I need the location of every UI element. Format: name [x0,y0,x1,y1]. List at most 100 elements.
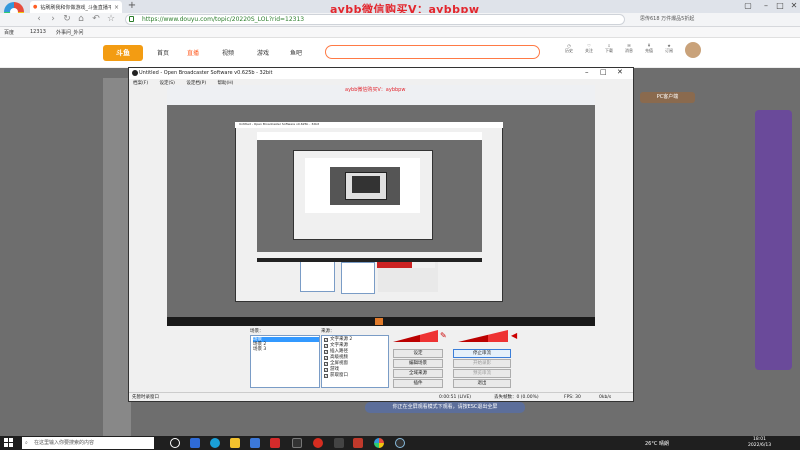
bitrate: 0kb/s [599,395,612,400]
nested-preview-3 [352,176,380,193]
preview-watermark: aybb微信购买V：aybbpw [345,87,406,93]
source-item[interactable]: ✓ 插入路径 [324,349,348,354]
tab-close-icon[interactable]: × [114,4,119,11]
checkbox-icon[interactable]: ✓ [324,367,328,372]
plugins-button[interactable]: 插件 [393,379,443,388]
global-sources-button[interactable]: 全域来源 [393,369,443,378]
mic-volume-slider[interactable] [393,330,438,342]
message-icon[interactable]: ✉ 消息 [620,43,638,54]
menu-file[interactable]: 档案(F) [133,81,148,86]
site-nav-live[interactable]: 直播 [187,48,199,57]
obs-statusbar: 先暂时录窗口 0:00:51 (LIVE) 丢失帧数：0 (0.00%) FPS… [129,392,633,401]
app-icon-red[interactable] [270,438,280,448]
site-nav-yuba[interactable]: 鱼吧 [290,48,302,57]
search-icon: ⌕ [25,440,28,446]
app-icon-gear[interactable] [334,438,344,448]
checkbox-icon[interactable]: ✓ [324,361,328,366]
browser-taskbar-icon[interactable] [374,438,384,448]
bookmark-waishi[interactable]: 外事问_外问 [56,29,84,36]
event-side-banner[interactable] [755,110,792,370]
nested-volume [377,262,435,268]
start-recording-button[interactable]: 开始录影 [453,359,511,368]
scenes-list[interactable]: 场景 场景 2 场景 3 [250,335,320,388]
site-nav-games[interactable]: 游戏 [257,48,269,57]
site-logo[interactable]: 斗鱼 [103,45,143,61]
fullscreen-hint-banner: 你正在全屏观看模式下观看，请按ESC退出全屏 [365,402,525,413]
checkbox-icon[interactable]: ✓ [324,373,328,378]
source-item[interactable]: ✓ 文字来源 [324,343,348,348]
back-icon[interactable]: ‹ [34,14,44,25]
site-search-input[interactable] [325,45,540,59]
taskbar-search-input[interactable]: ⌕ 在这里输入你要搜索的内容 [22,437,154,449]
nested-taskbar [257,258,482,262]
edit-scene-button[interactable]: 编辑场景 [393,359,443,368]
search-suggestion[interactable]: 思传618 万件爆品5折起 [640,15,694,22]
follow-icon[interactable]: ♡ 关注 [580,43,598,54]
settings-button[interactable]: 设定 [393,349,443,358]
preview-stream-button[interactable]: 预览串流 [453,369,511,378]
window-menu-icon[interactable]: ▢ [740,0,756,12]
source-item[interactable]: ✓ 游戏 [324,367,339,372]
store-icon[interactable] [250,438,260,448]
bookmark-12313[interactable]: 12313 [30,29,46,35]
nested-scenes [300,260,335,292]
address-bar[interactable]: https://www.douyu.com/topic/20220S_LOL?r… [125,14,625,25]
favorite-star-icon[interactable]: ☆ [106,14,116,25]
dropped-frames: 丢失帧数：0 (0.00%) [494,395,539,400]
secure-lock-icon [129,16,134,22]
forward-icon[interactable]: › [48,14,58,25]
home-icon[interactable]: ⌂ [76,14,86,25]
left-panel [103,78,131,438]
source-item[interactable]: ✓ 文字来源 2 [324,337,352,342]
source-item[interactable]: ✓ 全屏视窗 [324,361,348,366]
obs-taskbar-icon[interactable] [395,438,405,448]
avatar[interactable] [685,42,701,58]
checkbox-icon[interactable]: ✓ [324,355,328,360]
reload-icon[interactable]: ↻ [62,14,72,25]
fps: FPS: 30 [564,395,581,400]
checkbox-icon[interactable]: ✓ [324,349,328,354]
obs-titlebar: Untitled - Open Broadcaster Software v0.… [129,68,633,79]
download-icon[interactable]: ⇩ 下载 [600,43,618,54]
app-icon-game[interactable] [353,438,363,448]
recharge-icon[interactable]: ¥ 充值 [640,43,658,54]
nested-sources [341,262,375,294]
speaker-icon[interactable]: ◀ [511,331,517,340]
checkbox-icon[interactable]: ✓ [324,337,328,342]
pc-client-badge[interactable]: PC客户端 [640,92,695,103]
obs-maximize-icon[interactable]: □ [600,68,607,76]
site-nav-video[interactable]: 视频 [222,48,234,57]
new-tab-icon[interactable]: + [126,0,138,12]
obs-minimize-icon[interactable]: – [585,68,589,76]
source-item[interactable]: ✓ 高级视频 [324,355,348,360]
mic-icon[interactable]: ✎ [440,331,447,340]
edge-icon[interactable] [210,438,220,448]
checkbox-icon[interactable]: ✓ [324,343,328,348]
taskbar-clock[interactable]: 18:01 2022/6/13 [748,437,771,449]
obs-close-icon[interactable]: ✕ [617,68,623,76]
file-explorer-icon[interactable] [230,438,240,448]
history-icon[interactable]: ◷ 历史 [560,43,578,54]
weather-widget[interactable]: 26°C 晴朗 [645,440,669,447]
sources-list[interactable]: ✓ 文字来源 2 ✓ 文字来源 ✓ 插入路径 ✓ 高级视频 ✓ 全屏视窗 ✓ 游戏 ✓ 获取窗… [321,335,389,388]
stop-stream-button[interactable]: 停止串流 [453,349,511,358]
app-icon-netease[interactable] [313,438,323,448]
windows-start-icon[interactable] [4,438,14,448]
site-nav-home[interactable]: 首页 [157,48,169,57]
subscribe-icon[interactable]: ★ 订阅 [660,43,678,54]
desktop-volume-slider[interactable] [458,330,508,342]
browser-tab[interactable]: ● 钻刷刷我和你做游戏_斗鱼直播平... × [30,1,122,13]
undo-icon[interactable]: ↶ [91,14,101,25]
task-view-icon[interactable] [190,438,200,448]
app-icon-dark[interactable] [292,438,302,448]
exit-button[interactable]: 退出 [453,379,511,388]
close-icon[interactable]: ✕ [786,0,800,12]
status-message: 先暂时录窗口 [132,395,159,400]
scene-item[interactable]: 场景 3 [253,347,266,352]
scenes-label: 场景： [250,329,264,334]
source-item[interactable]: ✓ 获取窗口 [324,373,348,378]
obs-title-text: Untitled - Open Broadcaster Software v0.… [139,70,273,76]
stream-time: 0:00:51 (LIVE) [439,395,472,400]
bookmark-baidu[interactable]: 百度 [4,29,14,36]
cortana-icon[interactable] [170,438,180,448]
